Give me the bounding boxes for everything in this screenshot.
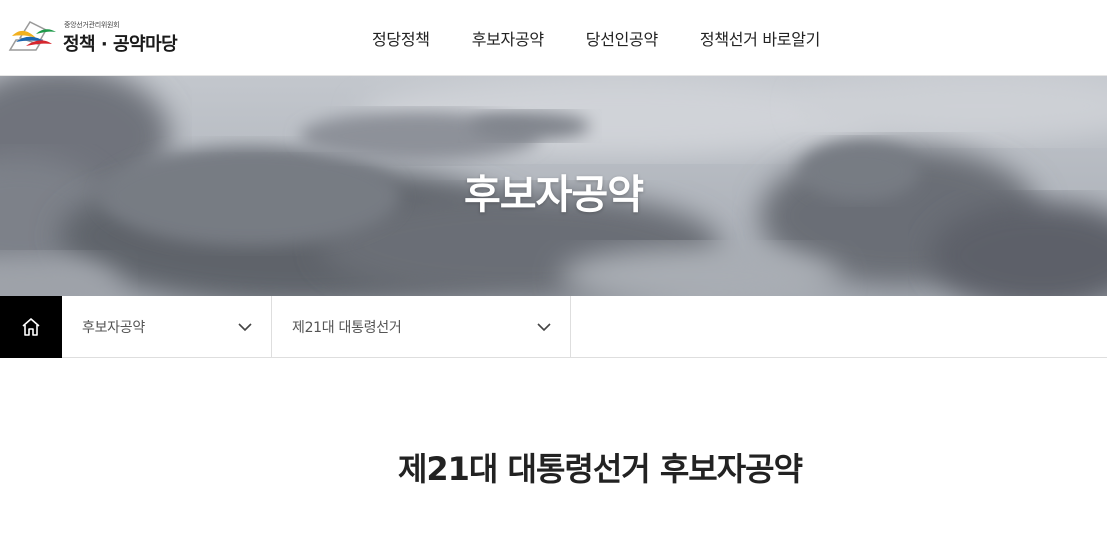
hero-title: 후보자공약 [464,172,644,218]
logo-org-name: 중앙선거관리위원회 [64,21,120,29]
home-icon [22,318,40,336]
menu-select-value: 후보자공약 [82,320,145,336]
location-bar: 후보자공약 제21대 대통령선거 [0,296,1107,358]
logo-emblem-icon [8,21,56,51]
nav-item-elected-pledges[interactable]: 당선인공약 [586,26,658,50]
nav-item-candidate-pledges[interactable]: 후보자공약 [472,26,544,50]
site-logo[interactable]: 중앙선거관리위원회 정책 · 공약마당 [6,16,186,60]
page-title: 제21대 대통령선거 후보자공약 [397,450,803,488]
site-header: 중앙선거관리위원회 정책 · 공약마당 정당정책 후보자공약 당선인공약 정책선… [0,0,1107,76]
election-select-value: 제21대 대통령선거 [292,320,402,336]
election-select[interactable]: 제21대 대통령선거 [272,296,571,358]
chevron-down-icon [238,323,252,332]
nav-item-party-policy[interactable]: 정당정책 [372,26,430,50]
main-nav: 정당정책 후보자공약 당선인공약 정책선거 바로알기 [352,0,862,75]
logo-title: 정책 · 공약마당 [63,34,178,55]
menu-select[interactable]: 후보자공약 [62,296,272,358]
nav-item-policy-election-guide[interactable]: 정책선거 바로알기 [700,26,820,50]
home-button[interactable] [0,296,62,358]
chevron-down-icon [537,323,551,332]
hero-banner: 후보자공약 [0,76,1107,296]
